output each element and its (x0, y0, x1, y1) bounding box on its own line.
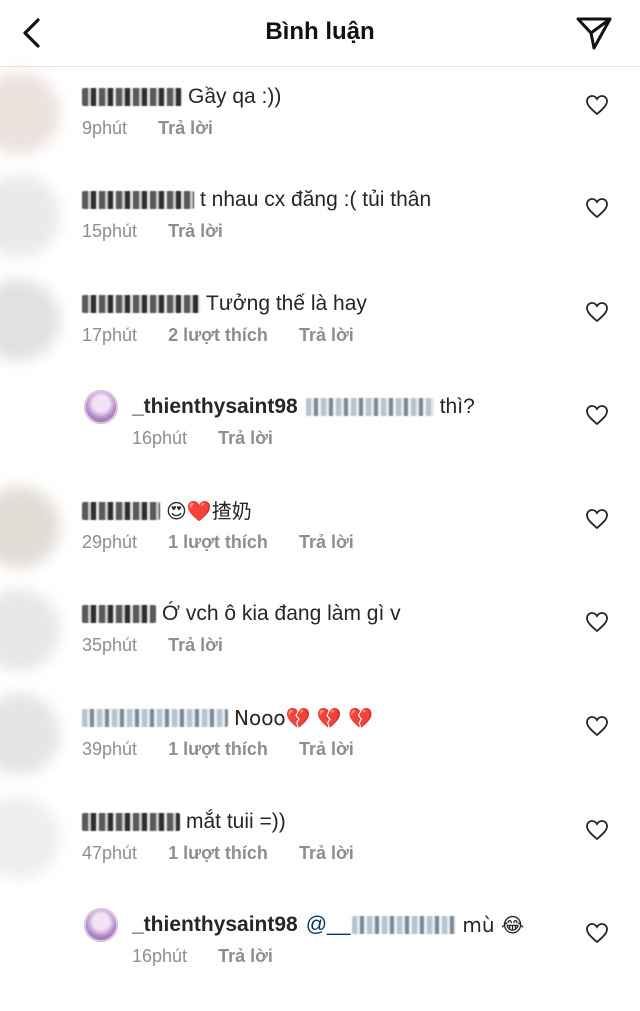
comment-time: 39phút (82, 739, 138, 759)
reply-button[interactable]: Trả lời (168, 221, 223, 241)
like-count[interactable]: 1 lượt thích (168, 532, 268, 552)
comment-time: 15phút (82, 221, 138, 241)
comment-text: mắt tuii =)) (186, 810, 286, 833)
reply-button[interactable]: Trả lời (218, 946, 273, 966)
avatar[interactable] (0, 693, 60, 775)
comment-text: thì? (439, 395, 475, 418)
reply-button[interactable]: Trả lời (299, 325, 354, 345)
reply-button[interactable]: Trả lời (299, 739, 354, 759)
redacted-username[interactable] (82, 502, 160, 520)
comment-item: 😍❤️揸奶 29phút 1 lượt thích Trả lời (0, 486, 640, 597)
comment-text: Tưởng thế là hay (206, 292, 367, 315)
avatar[interactable] (0, 797, 60, 879)
heart-icon[interactable] (585, 508, 609, 530)
mention-link[interactable]: @__ (306, 912, 351, 938)
redacted-mention[interactable] (305, 398, 434, 416)
avatar[interactable] (0, 589, 60, 671)
comment-text: t nhau cx đăng :( tủi thân (200, 188, 432, 211)
avatar[interactable] (84, 908, 118, 942)
reply-item: _thienthysaint98 thì? 16phút Trả lời (0, 390, 640, 493)
like-count[interactable]: 2 lượt thích (168, 325, 268, 345)
heart-icon[interactable] (585, 404, 609, 426)
redacted-mention[interactable] (352, 916, 457, 934)
avatar[interactable] (0, 175, 60, 257)
reply-button[interactable]: Trả lời (299, 532, 354, 552)
comment-text: mù 😂 (462, 913, 525, 937)
redacted-username[interactable] (82, 605, 156, 623)
comment-time: 35phút (82, 635, 138, 655)
like-count[interactable]: 1 lượt thích (168, 739, 268, 759)
comment-item: Ớ vch ô kia đang làm gì v 35phút Trả lời (0, 589, 640, 700)
comment-time: 16phút (132, 428, 188, 448)
comment-text: Gầy qa :)) (188, 85, 282, 108)
comment-username[interactable]: _thienthysaint98 (132, 394, 298, 420)
heart-icon[interactable] (585, 611, 609, 633)
header: Bình luận (0, 0, 640, 67)
heart-icon[interactable] (585, 715, 609, 737)
redacted-username[interactable] (82, 709, 228, 727)
comment-username[interactable]: _thienthysaint98 (132, 912, 298, 938)
heart-icon[interactable] (585, 94, 609, 116)
comment-item: Gầy qa :)) 9phút Trả lời (0, 72, 640, 183)
comment-text: Ớ vch ô kia đang làm gì v (162, 602, 401, 625)
heart-icon[interactable] (585, 197, 609, 219)
comment-item: t nhau cx đăng :( tủi thân 15phút Trả lờ… (0, 175, 640, 286)
comment-time: 47phút (82, 843, 138, 863)
comment-time: 17phút (82, 325, 138, 345)
avatar[interactable] (0, 279, 60, 361)
avatar[interactable] (0, 486, 60, 568)
comment-item: mắt tuii =)) 47phút 1 lượt thích Trả lời (0, 797, 640, 908)
heart-icon[interactable] (585, 301, 609, 323)
redacted-username[interactable] (82, 295, 200, 313)
paper-plane-icon[interactable] (574, 14, 614, 52)
reply-button[interactable]: Trả lời (299, 843, 354, 863)
reply-item: _thienthysaint98 @__ mù 😂 16phút Trả lời (0, 908, 640, 1011)
heart-icon[interactable] (585, 819, 609, 841)
redacted-username[interactable] (82, 191, 194, 209)
reply-button[interactable]: Trả lời (218, 428, 273, 448)
comment-text: 😍❤️揸奶 (166, 499, 252, 523)
comment-time: 9phút (82, 118, 128, 138)
reply-button[interactable]: Trả lời (158, 118, 213, 138)
comment-item: Nooo💔 💔 💔 39phút 1 lượt thích Trả lời (0, 693, 640, 804)
like-count[interactable]: 1 lượt thích (168, 843, 268, 863)
comment-time: 16phút (132, 946, 188, 966)
avatar[interactable] (0, 72, 60, 154)
comment-item: Tưởng thế là hay 17phút 2 lượt thích Trả… (0, 279, 640, 390)
comment-text: Nooo💔 💔 💔 (234, 706, 374, 730)
redacted-username[interactable] (82, 813, 180, 831)
reply-button[interactable]: Trả lời (168, 635, 223, 655)
page-title: Bình luận (265, 18, 375, 45)
redacted-username[interactable] (82, 88, 182, 106)
heart-icon[interactable] (585, 922, 609, 944)
avatar[interactable] (84, 390, 118, 424)
comment-time: 29phút (82, 532, 138, 552)
